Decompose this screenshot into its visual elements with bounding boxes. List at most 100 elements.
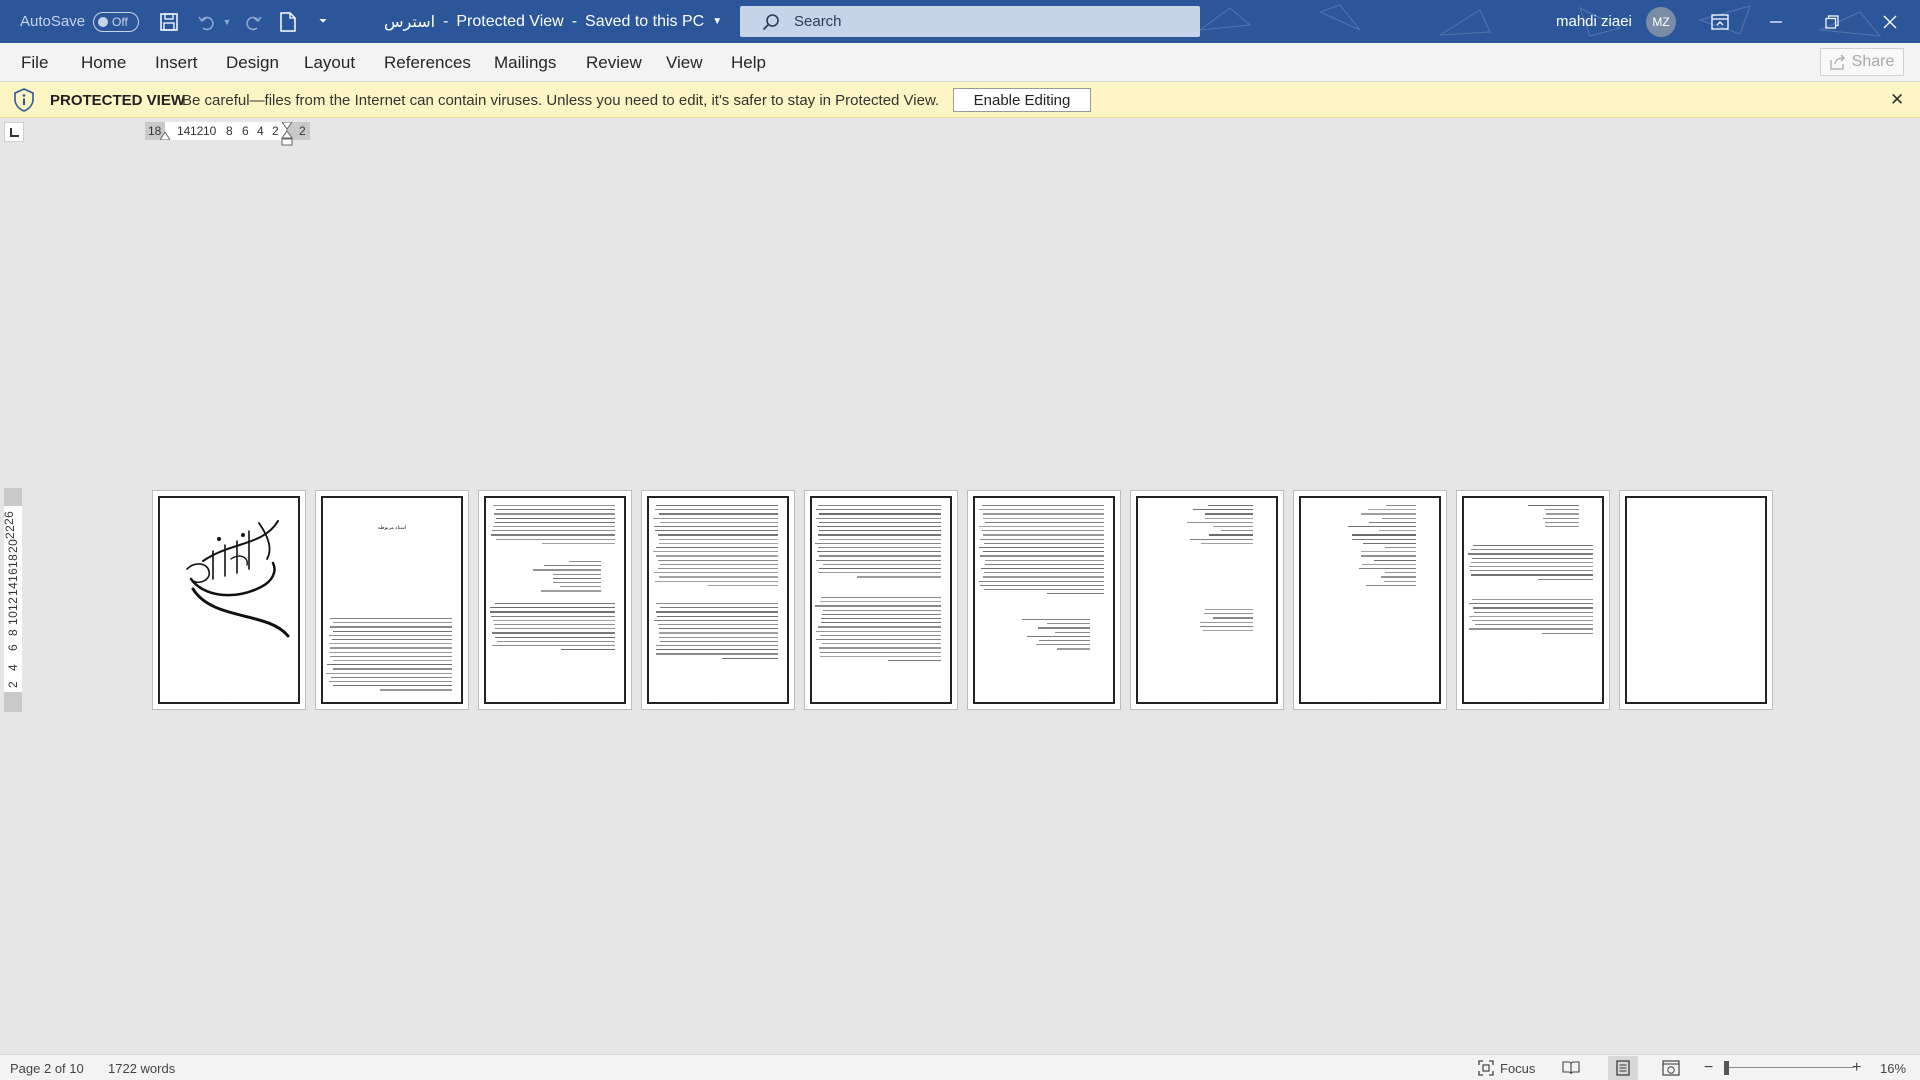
undo-button[interactable] xyxy=(190,0,224,43)
minimize-button[interactable] xyxy=(1748,0,1804,43)
text-line xyxy=(495,628,615,630)
focus-icon xyxy=(1478,1060,1494,1076)
tab-view[interactable]: View xyxy=(666,43,703,82)
search-box[interactable]: Search xyxy=(740,6,1200,37)
text-line xyxy=(1473,607,1593,609)
text-line xyxy=(1471,549,1593,551)
tab-mailings[interactable]: Mailings xyxy=(494,43,556,82)
tab-references[interactable]: References xyxy=(384,43,471,82)
share-button[interactable]: Share xyxy=(1820,48,1904,76)
horizontal-ruler[interactable]: 18 14 12 10 8 6 4 2 2 xyxy=(145,122,310,146)
document-title-area[interactable]: استرس - Protected View - Saved to this P… xyxy=(384,0,722,43)
autosave-control[interactable]: AutoSave Off xyxy=(20,0,140,43)
read-mode-button[interactable] xyxy=(1562,1055,1580,1080)
text-line xyxy=(328,643,452,645)
text-line xyxy=(495,538,615,540)
text-line xyxy=(722,657,778,659)
tab-home[interactable]: Home xyxy=(81,43,126,82)
ribbon-display-options-button[interactable] xyxy=(1692,0,1748,43)
text-line xyxy=(1368,521,1416,524)
tab-help[interactable]: Help xyxy=(731,43,766,82)
vertical-ruler[interactable]: 2 4 6 8 10 12 14 16 18 20 22 26 xyxy=(2,488,22,712)
calligraphy-bismillah-image xyxy=(186,520,290,638)
zoom-out-button[interactable]: − xyxy=(1704,1055,1713,1080)
text-line xyxy=(494,636,615,638)
text-line xyxy=(1541,632,1593,634)
tab-insert[interactable]: Insert xyxy=(155,43,198,82)
ruler-label: 2 xyxy=(272,124,279,138)
web-layout-button[interactable] xyxy=(1662,1055,1680,1080)
save-button[interactable] xyxy=(152,0,186,43)
tab-review[interactable]: Review xyxy=(586,43,642,82)
text-line xyxy=(532,569,601,571)
page-thumbnail[interactable]: · xyxy=(1293,490,1447,710)
text-line xyxy=(816,630,941,632)
new-document-button[interactable] xyxy=(271,0,305,43)
text-line xyxy=(979,526,1104,528)
text-line xyxy=(543,565,601,567)
page-thumbnail[interactable]: · xyxy=(1619,490,1773,710)
text-line xyxy=(707,584,778,587)
vertical-ruler-labels: 2 4 6 8 10 12 14 16 18 20 22 26 xyxy=(2,488,22,712)
zoom-in-button[interactable]: + xyxy=(1852,1055,1861,1080)
text-line xyxy=(659,513,778,515)
text-line xyxy=(655,649,778,651)
user-name[interactable]: mahdi ziaei xyxy=(1556,0,1632,43)
ruler-label: 4 xyxy=(6,663,20,671)
text-line xyxy=(1475,624,1593,626)
page-footer: · xyxy=(1369,695,1371,699)
redo-button[interactable] xyxy=(236,0,270,43)
ruler-label: 14 xyxy=(6,581,20,597)
tab-layout[interactable]: Layout xyxy=(304,43,355,82)
page-thumbnail[interactable]: · xyxy=(967,490,1121,710)
word-count-indicator[interactable]: 1722 words xyxy=(108,1055,175,1080)
text-line xyxy=(1544,526,1579,528)
undo-dropdown-icon[interactable]: ▼ xyxy=(220,0,234,43)
zoom-level[interactable]: 16% xyxy=(1880,1055,1906,1080)
ruler-label: 2 xyxy=(299,124,306,138)
text-line xyxy=(984,521,1104,524)
text-line xyxy=(983,534,1104,536)
save-icon xyxy=(160,12,178,31)
page-thumbnail[interactable]: · xyxy=(804,490,958,710)
text-line xyxy=(1468,615,1593,618)
right-indent-marker-icon[interactable] xyxy=(281,122,293,146)
focus-mode-button[interactable]: Focus xyxy=(1478,1055,1535,1080)
tab-selector[interactable] xyxy=(4,122,24,142)
customize-qat-button[interactable]: ⏷ xyxy=(306,0,340,43)
text-line xyxy=(981,568,1104,570)
zoom-slider-thumb[interactable] xyxy=(1724,1061,1729,1075)
page-footer: · xyxy=(1206,695,1208,699)
text-line xyxy=(1471,620,1593,622)
page-thumbnail[interactable]: · xyxy=(1130,490,1284,710)
page-thumbnail[interactable]: · xyxy=(478,490,632,710)
enable-editing-button[interactable]: Enable Editing xyxy=(953,88,1091,112)
text-line xyxy=(655,580,778,582)
protected-view-close-icon[interactable]: ✕ xyxy=(1890,82,1904,118)
text-line xyxy=(1366,584,1416,587)
share-label: Share xyxy=(1851,53,1895,70)
tab-design[interactable]: Design xyxy=(226,43,279,82)
text-line xyxy=(1362,563,1416,566)
text-line xyxy=(1383,580,1416,582)
text-line xyxy=(659,628,778,630)
text-line xyxy=(1352,538,1416,540)
page-thumbnail[interactable]: · xyxy=(1456,490,1610,710)
avatar[interactable]: MZ xyxy=(1646,7,1676,37)
page-thumbnail[interactable]: اسناد مربوطه · xyxy=(315,490,469,710)
left-indent-marker-icon[interactable] xyxy=(160,132,170,140)
page-thumbnail[interactable]: · xyxy=(152,490,306,710)
text-line xyxy=(1544,521,1579,524)
page-number-indicator[interactable]: Page 2 of 10 xyxy=(10,1055,84,1080)
autosave-toggle[interactable]: Off xyxy=(93,11,140,32)
text-line xyxy=(978,580,1104,582)
zoom-slider-track[interactable] xyxy=(1726,1067,1854,1068)
close-window-button[interactable] xyxy=(1862,0,1918,43)
print-layout-button[interactable] xyxy=(1608,1056,1638,1080)
restore-button[interactable] xyxy=(1804,0,1860,43)
tab-file[interactable]: File xyxy=(21,43,48,82)
text-line xyxy=(490,607,615,609)
text-line xyxy=(656,555,778,557)
text-line xyxy=(330,676,452,679)
page-thumbnail[interactable]: · xyxy=(641,490,795,710)
